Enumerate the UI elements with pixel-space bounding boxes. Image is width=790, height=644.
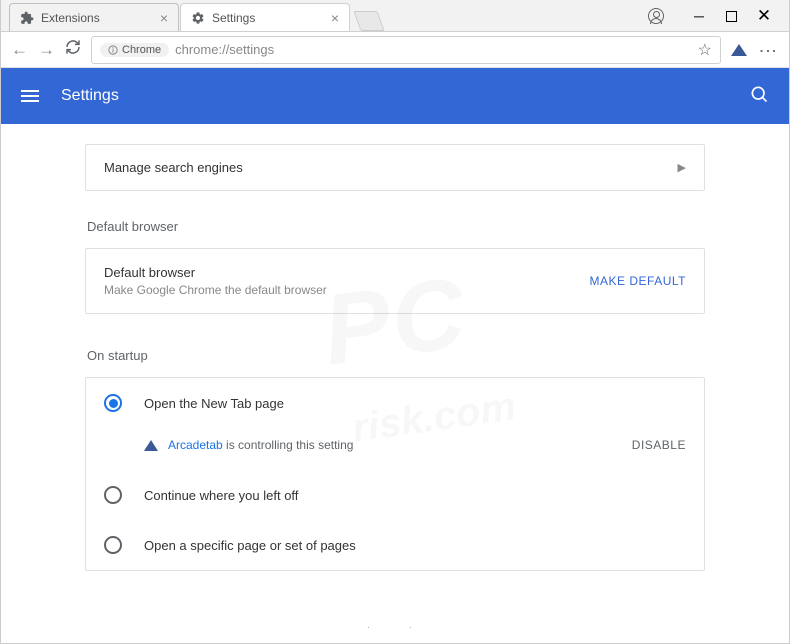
info-chip[interactable]: Chrome	[100, 43, 169, 57]
hamburger-menu-icon[interactable]	[21, 90, 39, 102]
back-button[interactable]: ←	[11, 40, 28, 60]
settings-header: Settings	[1, 68, 789, 124]
radio-label: Open the New Tab page	[144, 396, 284, 411]
search-icon[interactable]	[749, 84, 769, 109]
browser-menu-icon[interactable]: ⋮	[757, 42, 779, 58]
startup-option-continue[interactable]: Continue where you left off	[86, 470, 704, 520]
url-text: chrome://settings	[175, 42, 274, 57]
startup-option-newtab[interactable]: Open the New Tab page	[86, 378, 704, 428]
settings-content[interactable]: Manage search engines ▶ Default browser …	[1, 124, 789, 628]
make-default-button[interactable]: MAKE DEFAULT	[590, 274, 686, 288]
new-tab-button[interactable]	[353, 11, 384, 31]
minimize-button[interactable]: ─	[692, 9, 706, 23]
manage-search-engines-row[interactable]: Manage search engines ▶	[85, 144, 705, 191]
default-browser-card: Default browser Make Google Chrome the d…	[85, 248, 705, 314]
radio-label: Open a specific page or set of pages	[144, 538, 356, 553]
forward-button[interactable]: →	[38, 40, 55, 60]
advanced-label: Advanced	[354, 625, 412, 628]
radio-icon[interactable]	[104, 394, 122, 412]
section-on-startup: On startup	[85, 348, 705, 363]
chevron-right-icon: ▶	[678, 161, 686, 174]
on-startup-card: Open the New Tab page Arcadetab is contr…	[85, 377, 705, 571]
default-browser-title: Default browser	[104, 265, 327, 280]
bookmark-star-icon[interactable]: ☆	[698, 40, 712, 60]
extension-name-link[interactable]: Arcadetab	[168, 438, 223, 452]
url-input[interactable]: Chrome chrome://settings ☆	[91, 36, 721, 64]
address-bar: ← → Chrome chrome://settings ☆ ⋮	[1, 32, 789, 68]
chevron-down-icon: ▼	[426, 627, 436, 628]
extension-triangle-icon	[144, 440, 158, 451]
tab-extensions[interactable]: Extensions ×	[9, 3, 179, 31]
gear-icon	[191, 11, 205, 25]
tab-settings[interactable]: Settings ×	[180, 3, 350, 31]
close-window-button[interactable]: ✕	[757, 9, 771, 23]
radio-label: Continue where you left off	[144, 488, 298, 503]
page-title: Settings	[61, 87, 119, 105]
puzzle-icon	[20, 11, 34, 25]
extension-controller-info: Arcadetab is controlling this setting DI…	[86, 428, 704, 470]
startup-option-specific[interactable]: Open a specific page or set of pages	[86, 520, 704, 570]
radio-icon[interactable]	[104, 486, 122, 504]
row-label: Manage search engines	[104, 160, 243, 175]
advanced-toggle[interactable]: Advanced ▼	[85, 605, 705, 628]
controller-text: is controlling this setting	[226, 438, 353, 452]
disable-button[interactable]: DISABLE	[632, 438, 686, 452]
default-browser-sub: Make Google Chrome the default browser	[104, 283, 327, 297]
profile-icon[interactable]	[648, 8, 664, 24]
radio-icon[interactable]	[104, 536, 122, 554]
close-tab-icon[interactable]: ×	[160, 10, 168, 26]
maximize-button[interactable]	[726, 11, 737, 22]
reload-button[interactable]	[65, 39, 81, 60]
section-default-browser: Default browser	[85, 219, 705, 234]
close-tab-icon[interactable]: ×	[331, 10, 339, 26]
extension-icon[interactable]	[731, 44, 747, 56]
tab-label: Extensions	[41, 11, 100, 25]
tab-label: Settings	[212, 11, 255, 25]
